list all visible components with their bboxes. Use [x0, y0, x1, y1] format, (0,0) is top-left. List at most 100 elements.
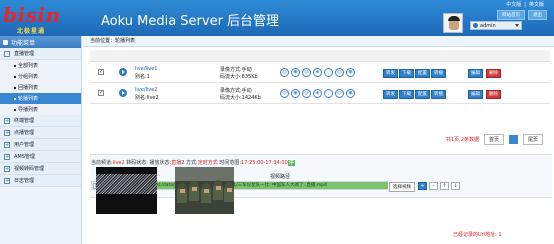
collapse-icon: - — [4, 50, 10, 57]
delete-button[interactable]: 删除 — [486, 69, 501, 78]
user-dropdown[interactable]: admin — [470, 21, 522, 30]
lang-english-link[interactable]: 英文版 — [526, 2, 547, 8]
sidebar-group-label: 点播管理 — [14, 130, 35, 136]
delete-button[interactable]: 删除 — [486, 90, 501, 99]
rotation-detail-panel: 当前频道:live2 转码状态: 播放状态:直播2 方式:定时方式 时间范围:1… — [90, 154, 552, 198]
download-button[interactable]: 下载 — [399, 69, 414, 78]
sidebar-group-ams[interactable]: + AMS管理 — [0, 151, 81, 163]
add-button[interactable]: + — [418, 182, 427, 190]
stop-icon[interactable]: ◌ — [324, 89, 333, 98]
relay-button[interactable]: 转播 — [431, 69, 446, 78]
bullet-icon — [14, 108, 16, 111]
expand-icon: + — [4, 129, 10, 136]
sidebar-item-label: 分组列表 — [18, 74, 39, 80]
record-icon[interactable]: ◎ — [280, 89, 289, 98]
soldier-figure — [177, 183, 187, 203]
row-edit-buttons: 编辑 删除 — [468, 90, 501, 99]
chevron-down-icon — [515, 24, 519, 27]
video-thumbnail-2[interactable] — [175, 167, 234, 214]
sidebar-group-label: 用户管理 — [14, 142, 35, 148]
config-button[interactable]: 配置 — [415, 69, 430, 78]
play-icon[interactable] — [119, 89, 127, 97]
edit-button[interactable]: 编辑 — [468, 90, 483, 99]
remove-button[interactable]: - — [429, 182, 438, 190]
username-label: admin — [480, 22, 496, 29]
edit-button[interactable]: 编辑 — [468, 69, 483, 78]
thumbnail-background — [175, 167, 234, 181]
monitor-icon[interactable]: ◉ — [291, 89, 300, 98]
stream-name-link[interactable]: live/live2 — [135, 87, 158, 93]
forward-button[interactable]: 转发 — [383, 90, 398, 99]
sidebar-item-all-list[interactable]: 全部列表 — [0, 60, 81, 71]
settings-icon[interactable]: ◈ — [313, 89, 322, 98]
current-page-indicator[interactable] — [508, 135, 518, 144]
play-status-label: 播放状态: — [147, 160, 172, 166]
config-button[interactable]: 配置 — [415, 90, 430, 99]
choose-video-button[interactable]: 选择视频 — [389, 182, 415, 192]
video-thumbnail-1[interactable] — [96, 167, 157, 214]
sidebar-group-live[interactable]: - 直播管理 — [0, 48, 81, 60]
user-icon — [473, 23, 478, 28]
sidebar-group-terminal[interactable]: + 终端管理 — [0, 115, 81, 127]
sidebar-group-logs[interactable]: + 日志管理 — [0, 175, 81, 187]
forward-button[interactable]: 转发 — [383, 69, 398, 78]
mode-label: 2 方式: — [181, 160, 198, 166]
soldier-figure — [201, 183, 211, 203]
sidebar-group-label: 视频转码管理 — [14, 166, 45, 172]
sidebar-group-vod[interactable]: + 点播管理 — [0, 127, 81, 139]
settings-icon[interactable]: ◈ — [313, 68, 322, 77]
play-icon[interactable] — [119, 68, 127, 76]
first-page-button[interactable]: 首页 — [483, 134, 504, 145]
row-buttons: 转发 下载 配置 转播 — [383, 90, 446, 99]
move-down-button[interactable]: ↓ — [451, 182, 460, 190]
row-checkbox[interactable]: ✓ — [98, 90, 104, 96]
row-checkbox[interactable]: ✓ — [98, 69, 104, 75]
stop-badge[interactable]: 停 — [287, 160, 295, 166]
breadcrumb: 当前位置：轮播列表 — [83, 36, 554, 47]
table-header — [90, 50, 550, 62]
channel-status-line: 当前频道:live2 转码状态: 播放状态:直播2 方式:定时方式 时间范围:1… — [91, 159, 295, 166]
move-up-button[interactable]: ↑ — [440, 182, 449, 190]
link-icon[interactable]: ◉ — [346, 68, 355, 77]
logout-button[interactable]: 退出 — [528, 10, 547, 20]
sidebar-item-group-list[interactable]: 分组列表 — [0, 71, 81, 82]
monitor-icon[interactable]: ◉ — [291, 68, 300, 77]
expand-icon: + — [4, 117, 10, 124]
header-bar: bisin 北极星通 Aoku Media Server 后台管理 中文版 | 英文… — [0, 0, 554, 36]
time-range-label: 时间范围: — [217, 160, 242, 166]
transcode-status-label: 转码状态: — [124, 160, 148, 166]
stop-icon[interactable]: ◌ — [324, 68, 333, 77]
snapshot-icon[interactable]: ◎ — [302, 68, 311, 77]
table-row: ✓ live/live2 别名:live2 录像方式:手动 码流大小:1424K… — [90, 84, 550, 104]
sidebar-item-label: 导播列表 — [18, 107, 39, 113]
sidebar-item-director-list[interactable]: 导播列表 — [0, 104, 81, 115]
snapshot-icon[interactable]: ◎ — [302, 89, 311, 98]
last-page-button[interactable]: 尾页 — [522, 134, 543, 145]
sidebar-item-replay-list[interactable]: 回播列表 — [0, 82, 81, 93]
link-icon[interactable]: ◉ — [346, 89, 355, 98]
record-icon[interactable]: ◎ — [280, 68, 289, 77]
lang-chinese-link[interactable]: 中文版 — [503, 2, 524, 8]
record-mode: 录像方式:手动 — [220, 67, 252, 73]
download-button[interactable]: 下载 — [399, 90, 414, 99]
bitrate: 码流大小:835Kb — [220, 74, 258, 80]
table-row: ✓ live/live1 别名:1 录像方式:手动 码流大小:835Kb ◎ ◉… — [90, 63, 550, 83]
sidebar-item-rotation-list[interactable]: 轮播列表 — [0, 93, 81, 104]
info-icon[interactable]: ◎ — [335, 89, 344, 98]
sidebar-group-transcode[interactable]: + 视频转码管理 — [0, 163, 81, 175]
mode-value: 定时方式 — [197, 160, 218, 166]
sidebar-group-users[interactable]: + 用户管理 — [0, 139, 81, 151]
row-edit-buttons: 编辑 删除 — [468, 69, 501, 78]
expand-icon: + — [4, 153, 10, 160]
language-switch: 中文版 | 英文版 — [503, 1, 547, 8]
current-channel-value: live2 — [112, 160, 125, 166]
stream-name-link[interactable]: live/live1 — [135, 66, 158, 72]
relay-button[interactable]: 转播 — [431, 90, 446, 99]
soldier-figure — [224, 182, 234, 202]
logo-text: bisin — [3, 3, 61, 27]
pagination-summary: 共1页,2条数据 — [446, 137, 479, 143]
sidebar-item-label: 回播列表 — [18, 85, 39, 91]
home-link-button[interactable]: 网站首页 — [497, 10, 525, 20]
info-icon[interactable]: ◎ — [335, 68, 344, 77]
time-range-value: 17:25:00-17:34:00 — [241, 160, 288, 166]
